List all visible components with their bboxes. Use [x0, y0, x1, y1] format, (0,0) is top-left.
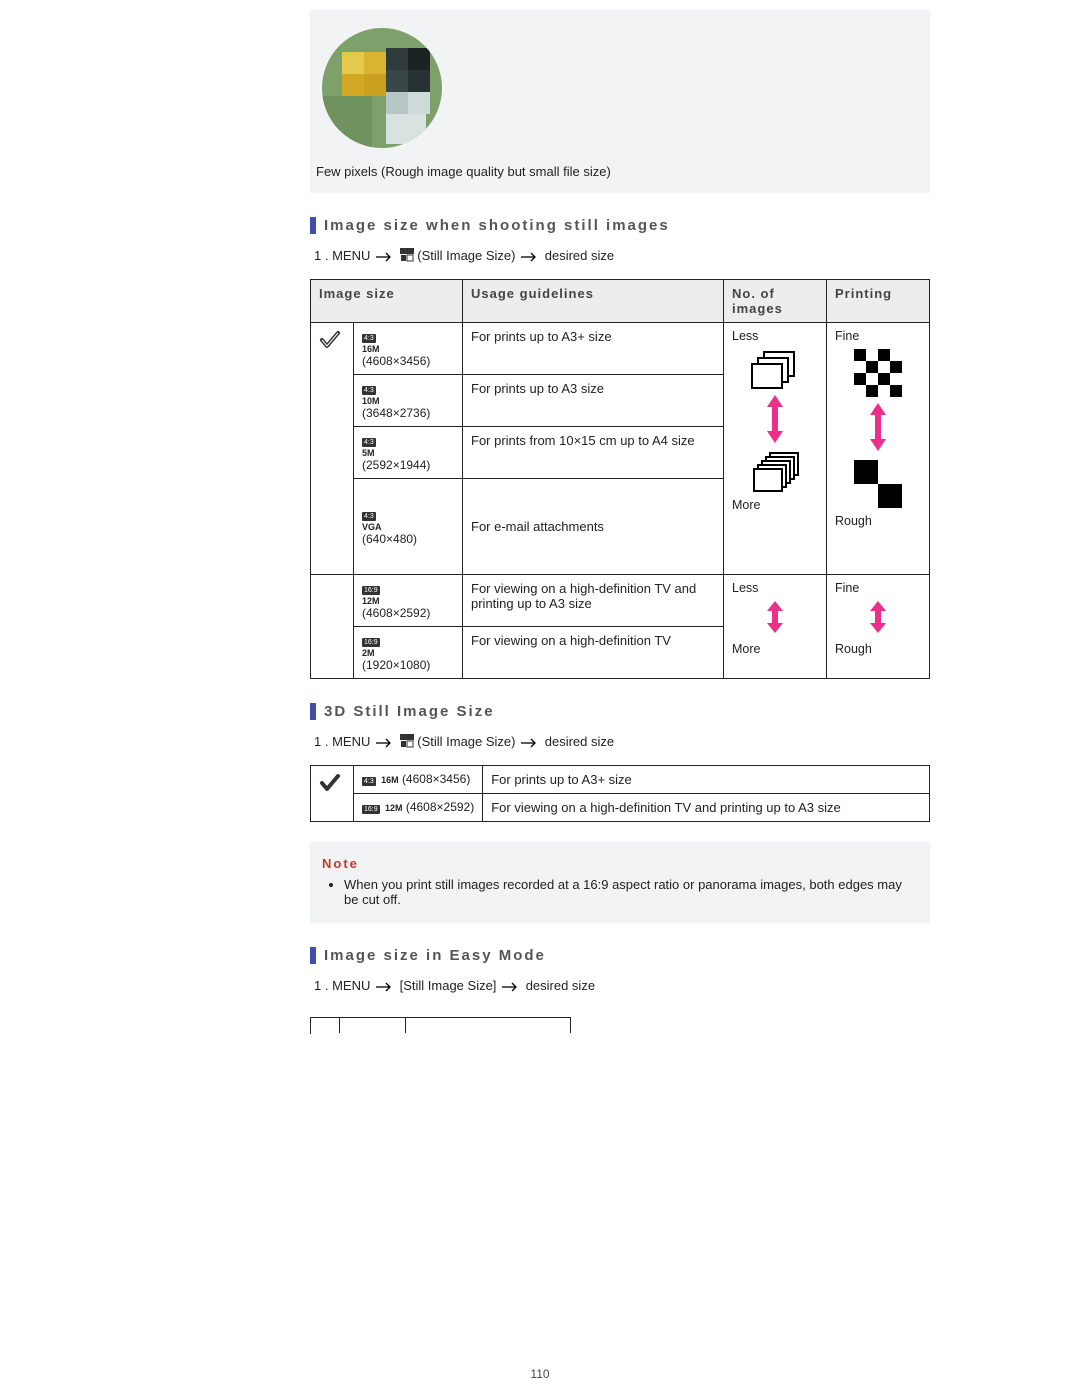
fine-checker-icon: [854, 349, 902, 397]
double-arrow-icon: [869, 601, 887, 636]
menu-path-3: 1 . MENU [Still Image Size] desired size: [314, 978, 930, 993]
image-size-icon: [400, 248, 414, 262]
partial-table-top: [310, 1017, 571, 1034]
default-check-icon: [311, 766, 354, 822]
heading-easy-mode: Image size in Easy Mode: [310, 947, 930, 964]
arrow-right-icon: [374, 248, 396, 263]
arrow-right-icon: [374, 978, 396, 993]
print-quality-scale-2: Fine Rough: [827, 575, 930, 679]
arrow-right-icon: [519, 248, 541, 263]
default-check-icon: [311, 323, 354, 575]
note-item: When you print still images recorded at …: [344, 877, 918, 907]
note-box: Note When you print still images recorde…: [310, 842, 930, 923]
sample-caption: Few pixels (Rough image quality but smal…: [316, 164, 930, 179]
num-images-scale: Less Mo: [724, 323, 827, 575]
print-quality-scale: Fine Rough: [827, 323, 930, 575]
num-images-scale-2: Less More: [724, 575, 827, 679]
double-arrow-icon: [766, 601, 784, 636]
many-pages-icon: [751, 452, 799, 492]
double-arrow-icon: [766, 395, 784, 446]
rough-checker-icon: [854, 460, 902, 508]
double-arrow-icon: [869, 403, 887, 454]
heading-still-images: Image size when shooting still images: [310, 217, 930, 234]
arrow-right-icon: [374, 734, 396, 749]
menu-path-2: 1 . MENU (Still Image Size) desired size: [314, 734, 930, 749]
table-row: 16:9 12M (4608×2592) For viewing on a hi…: [311, 794, 930, 822]
menu-path-1: 1 . MENU (Still Image Size) desired size: [314, 248, 930, 263]
heading-3d-still: 3D Still Image Size: [310, 703, 930, 720]
example-box: Few pixels (Rough image quality but smal…: [310, 10, 930, 193]
note-title: Note: [322, 856, 918, 871]
image-size-icon: [400, 734, 414, 748]
table-row: 4:3 16M (4608×3456) For prints up to A3+…: [311, 323, 930, 375]
table-row: 4:3 16M (4608×3456) For prints up to A3+…: [311, 766, 930, 794]
image-size-table: Image size Usage guidelines No. of image…: [310, 279, 930, 679]
table-header-row: Image size Usage guidelines No. of image…: [311, 280, 930, 323]
arrow-right-icon: [500, 978, 522, 993]
page-content: Few pixels (Rough image quality but smal…: [0, 0, 1080, 1397]
page-number: 110: [0, 1367, 1080, 1381]
table-row: 16:9 12M (4608×2592) For viewing on a hi…: [311, 575, 930, 627]
arrow-right-icon: [519, 734, 541, 749]
few-pages-icon: [751, 349, 799, 389]
pixelated-sample-image: [322, 28, 442, 148]
3d-size-table: 4:3 16M (4608×3456) For prints up to A3+…: [310, 765, 930, 822]
